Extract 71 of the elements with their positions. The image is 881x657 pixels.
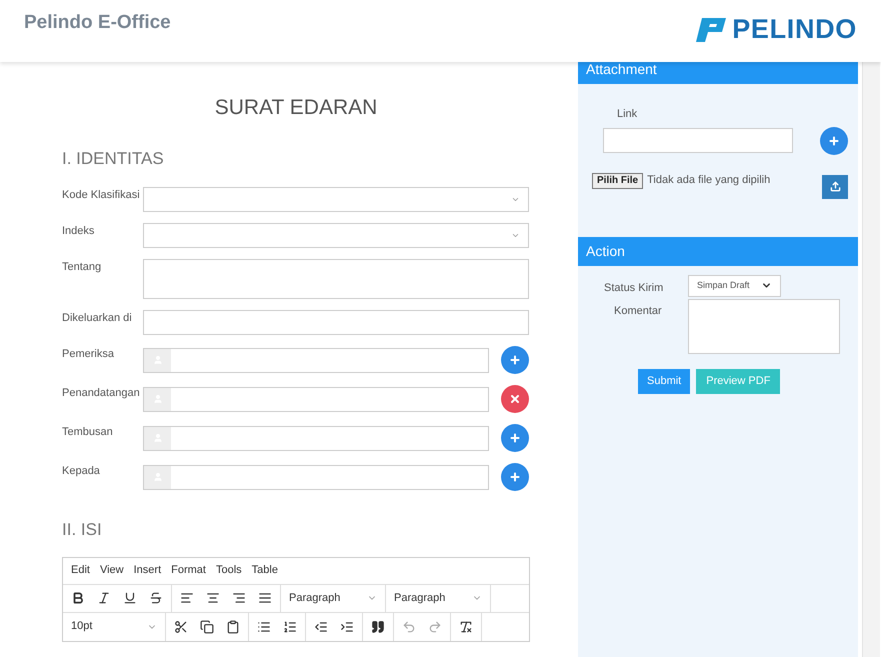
menu-item[interactable]: Insert bbox=[134, 562, 162, 579]
plus-icon bbox=[509, 471, 521, 483]
plus-icon bbox=[509, 432, 521, 444]
align-justify-icon[interactable] bbox=[258, 591, 272, 605]
input-field[interactable] bbox=[143, 386, 489, 412]
copy-icon[interactable] bbox=[200, 620, 214, 634]
field-label: Penandatangan bbox=[62, 386, 141, 401]
menu-item[interactable]: Format bbox=[171, 562, 206, 579]
undo-icon[interactable] bbox=[402, 620, 416, 634]
align-left-icon[interactable] bbox=[180, 591, 194, 605]
choose-file-button[interactable]: Pilih File bbox=[592, 172, 644, 188]
field-label: Link bbox=[617, 107, 638, 122]
strikethrough-icon[interactable] bbox=[149, 591, 163, 605]
field-label: Tentang bbox=[62, 260, 102, 275]
upload-icon bbox=[830, 181, 840, 192]
add-button[interactable] bbox=[501, 346, 529, 374]
upload-button[interactable] bbox=[822, 174, 848, 198]
outdent-icon[interactable] bbox=[314, 620, 328, 634]
select-field[interactable] bbox=[143, 187, 529, 212]
add-button[interactable] bbox=[501, 463, 529, 491]
field-label: Status Kirim bbox=[603, 280, 664, 296]
field-label: Komentar bbox=[613, 304, 663, 318]
close-icon bbox=[509, 393, 521, 405]
section-heading: I. IDENTITAS bbox=[62, 148, 165, 170]
add-button[interactable] bbox=[501, 424, 529, 452]
align-center-icon[interactable] bbox=[206, 591, 220, 605]
field-label: Dikeluarkan di bbox=[62, 311, 133, 326]
underline-icon[interactable] bbox=[123, 591, 137, 605]
field-label: Kode Klasifikasi bbox=[62, 188, 141, 203]
file-status: Tidak ada file yang dipilih bbox=[647, 173, 770, 188]
font-size-dropdown[interactable]: 10pt bbox=[63, 612, 166, 640]
format-dropdown[interactable]: Paragraph bbox=[281, 584, 386, 612]
indent-icon[interactable] bbox=[340, 620, 354, 634]
input-field[interactable] bbox=[143, 464, 489, 490]
quote-icon[interactable] bbox=[371, 620, 385, 634]
field-label: Pemeriksa bbox=[62, 347, 115, 362]
scissors-icon[interactable] bbox=[174, 620, 188, 634]
input-field[interactable] bbox=[143, 310, 529, 335]
italic-icon[interactable] bbox=[97, 591, 111, 605]
app-title: Pelindo E-Office bbox=[24, 10, 171, 35]
status-dropdown[interactable]: Simpan Draft bbox=[688, 274, 781, 296]
select-field[interactable] bbox=[143, 223, 529, 248]
menu-item[interactable]: Tools bbox=[216, 562, 242, 579]
document-title: SURAT EDARAN bbox=[214, 95, 378, 121]
format-dropdown[interactable]: Paragraph bbox=[386, 584, 491, 612]
paste-icon[interactable] bbox=[226, 620, 240, 634]
plus-icon bbox=[509, 354, 521, 366]
clear-format-icon[interactable] bbox=[459, 620, 473, 634]
caret-icon bbox=[511, 231, 520, 240]
panel-header: Action bbox=[578, 236, 858, 266]
align-right-icon[interactable] bbox=[232, 591, 246, 605]
numbered-list-icon[interactable] bbox=[283, 620, 297, 634]
caret-icon bbox=[511, 195, 520, 204]
logo-text: PELINDO bbox=[732, 12, 857, 46]
bullet-list-icon[interactable] bbox=[257, 620, 271, 634]
field-label: Tembusan bbox=[62, 425, 114, 440]
field-label: Kepada bbox=[62, 464, 101, 479]
input-field[interactable] bbox=[143, 426, 489, 450]
menu-item[interactable]: View bbox=[100, 562, 124, 579]
section-heading: II. ISI bbox=[62, 519, 103, 541]
comment-field[interactable] bbox=[688, 298, 840, 354]
menu-item[interactable]: Edit bbox=[71, 562, 90, 579]
plus-icon bbox=[828, 134, 840, 146]
field-label: Indeks bbox=[62, 224, 96, 239]
bold-icon[interactable] bbox=[71, 591, 85, 605]
input-field[interactable] bbox=[143, 348, 489, 372]
remove-button[interactable] bbox=[501, 385, 529, 413]
link-field[interactable] bbox=[603, 128, 793, 153]
add-button[interactable] bbox=[820, 126, 848, 154]
menu-item[interactable]: Table bbox=[252, 562, 278, 579]
redo-icon[interactable] bbox=[428, 620, 442, 634]
